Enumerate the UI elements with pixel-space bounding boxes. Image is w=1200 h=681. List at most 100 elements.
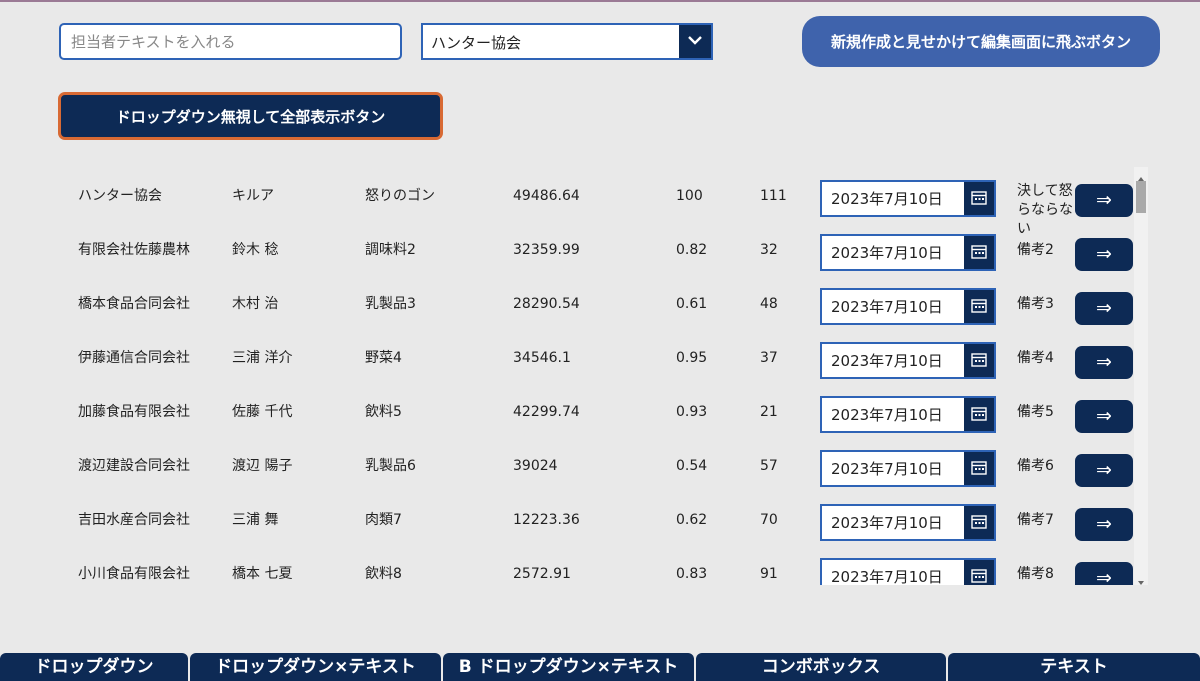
date-value: 2023年7月10日	[831, 298, 943, 316]
arrow-right-button[interactable]: ⇒	[1075, 562, 1133, 585]
chevron-down-icon[interactable]	[679, 25, 711, 58]
quantity-value: 57	[760, 458, 778, 474]
date-value: 2023年7月10日	[831, 190, 943, 208]
product-name: 飲料8	[365, 566, 402, 582]
search-input[interactable]	[59, 23, 402, 60]
remark-text: 備考3	[1017, 296, 1054, 312]
calendar-icon[interactable]	[964, 398, 994, 431]
new-edit-button[interactable]: 新規作成と見せかけて編集画面に飛ぶボタン	[802, 16, 1160, 67]
company-name: 有限会社佐藤農林	[78, 242, 190, 258]
tab-dropdown-text[interactable]: ドロップダウン×テキスト	[190, 653, 441, 681]
remark-text: 備考8	[1017, 566, 1054, 582]
person-name: 木村 治	[232, 296, 279, 312]
calendar-icon[interactable]	[964, 452, 994, 485]
company-dropdown[interactable]: ハンター協会	[421, 23, 713, 60]
rate-value: 0.54	[676, 458, 708, 474]
amount-value: 42299.74	[513, 404, 580, 420]
person-name: 三浦 洋介	[232, 350, 293, 366]
calendar-icon[interactable]	[964, 560, 994, 585]
company-name: 小川食品有限会社	[78, 566, 190, 582]
arrow-right-button[interactable]: ⇒	[1075, 346, 1133, 379]
product-name: 乳製品6	[365, 458, 416, 474]
list-item[interactable]: 橋本食品合同会社 木村 治 乳製品3 28290.54 0.61 48 2023…	[62, 277, 1134, 331]
quantity-value: 91	[760, 566, 778, 582]
rate-value: 0.83	[676, 566, 708, 582]
show-all-button[interactable]: ドロップダウン無視して全部表示ボタン	[58, 92, 443, 140]
remark-text: 備考7	[1017, 512, 1054, 528]
list-item[interactable]: ハンター協会 キルア 怒りのゴン 49486.64 100 111 2023年7…	[62, 169, 1134, 237]
quantity-value: 32	[760, 242, 778, 258]
calendar-icon[interactable]	[964, 236, 994, 269]
tab-dropdown[interactable]: ドロップダウン	[0, 653, 188, 681]
arrow-right-button[interactable]: ⇒	[1075, 400, 1133, 433]
remark-text: 備考5	[1017, 404, 1054, 420]
arrow-right-button[interactable]: ⇒	[1075, 238, 1133, 271]
quantity-value: 111	[760, 188, 787, 204]
list-item[interactable]: 小川食品有限会社 橋本 七夏 飲料8 2572.91 0.83 91 2023年…	[62, 547, 1134, 585]
product-name: 調味料2	[365, 242, 416, 258]
scroll-up-arrow-icon[interactable]	[1134, 169, 1148, 181]
person-name: 橋本 七夏	[232, 566, 293, 582]
rate-value: 100	[676, 188, 703, 204]
remark-text: 備考4	[1017, 350, 1054, 366]
amount-value: 39024	[513, 458, 558, 474]
quantity-value: 48	[760, 296, 778, 312]
calendar-icon[interactable]	[964, 344, 994, 377]
rate-value: 0.95	[676, 350, 708, 366]
amount-value: 34546.1	[513, 350, 571, 366]
product-name: 乳製品3	[365, 296, 416, 312]
list-item[interactable]: 加藤食品有限会社 佐藤 千代 飲料5 42299.74 0.93 21 2023…	[62, 385, 1134, 439]
list-item[interactable]: 伊藤通信合同会社 三浦 洋介 野菜4 34546.1 0.95 37 2023年…	[62, 331, 1134, 385]
arrow-right-button[interactable]: ⇒	[1075, 508, 1133, 541]
date-value: 2023年7月10日	[831, 514, 943, 532]
tab-combobox[interactable]: コンボボックス	[696, 653, 946, 681]
calendar-icon[interactable]	[964, 290, 994, 323]
date-value: 2023年7月10日	[831, 406, 943, 424]
list-item[interactable]: 吉田水産合同会社 三浦 舞 肉類7 12223.36 0.62 70 2023年…	[62, 493, 1134, 547]
date-picker[interactable]: 2023年7月10日	[820, 396, 996, 433]
product-name: 飲料5	[365, 404, 402, 420]
rate-value: 0.62	[676, 512, 708, 528]
amount-value: 32359.99	[513, 242, 580, 258]
scroll-down-arrow-icon[interactable]	[1134, 573, 1148, 585]
tab-b-dropdown-text[interactable]: B ドロップダウン×テキスト	[443, 653, 694, 681]
date-picker[interactable]: 2023年7月10日	[820, 234, 996, 271]
arrow-right-button[interactable]: ⇒	[1075, 454, 1133, 487]
scroll-thumb[interactable]	[1136, 181, 1146, 213]
company-name: 橋本食品合同会社	[78, 296, 190, 312]
remark-text: 備考2	[1017, 242, 1054, 258]
company-name: 加藤食品有限会社	[78, 404, 190, 420]
calendar-icon[interactable]	[964, 182, 994, 215]
date-picker[interactable]: 2023年7月10日	[820, 450, 996, 487]
person-name: 三浦 舞	[232, 512, 279, 528]
date-picker[interactable]: 2023年7月10日	[820, 288, 996, 325]
amount-value: 2572.91	[513, 566, 571, 582]
list-item[interactable]: 有限会社佐藤農林 鈴木 稔 調味料2 32359.99 0.82 32 2023…	[62, 223, 1134, 277]
company-name: 渡辺建設合同会社	[78, 458, 190, 474]
company-name: ハンター協会	[78, 188, 162, 204]
amount-value: 28290.54	[513, 296, 580, 312]
person-name: キルア	[232, 188, 274, 204]
list-item[interactable]: 渡辺建設合同会社 渡辺 陽子 乳製品6 39024 0.54 57 2023年7…	[62, 439, 1134, 493]
tab-text[interactable]: テキスト	[948, 653, 1200, 681]
amount-value: 49486.64	[513, 188, 580, 204]
product-name: 怒りのゴン	[365, 188, 435, 204]
date-picker[interactable]: 2023年7月10日	[820, 504, 996, 541]
top-border	[0, 0, 1200, 2]
date-value: 2023年7月10日	[831, 352, 943, 370]
list-scrollbar[interactable]	[1134, 167, 1148, 585]
dropdown-selected-value: ハンター協会	[431, 34, 522, 52]
rate-value: 0.82	[676, 242, 708, 258]
person-name: 鈴木 稔	[232, 242, 279, 258]
record-list: ハンター協会 キルア 怒りのゴン 49486.64 100 111 2023年7…	[62, 167, 1134, 585]
date-picker[interactable]: 2023年7月10日	[820, 180, 996, 217]
date-picker[interactable]: 2023年7月10日	[820, 558, 996, 585]
calendar-icon[interactable]	[964, 506, 994, 539]
product-name: 肉類7	[365, 512, 402, 528]
arrow-right-button[interactable]: ⇒	[1075, 292, 1133, 325]
quantity-value: 21	[760, 404, 778, 420]
date-picker[interactable]: 2023年7月10日	[820, 342, 996, 379]
rate-value: 0.61	[676, 296, 708, 312]
arrow-right-button[interactable]: ⇒	[1075, 184, 1133, 217]
date-value: 2023年7月10日	[831, 244, 943, 262]
